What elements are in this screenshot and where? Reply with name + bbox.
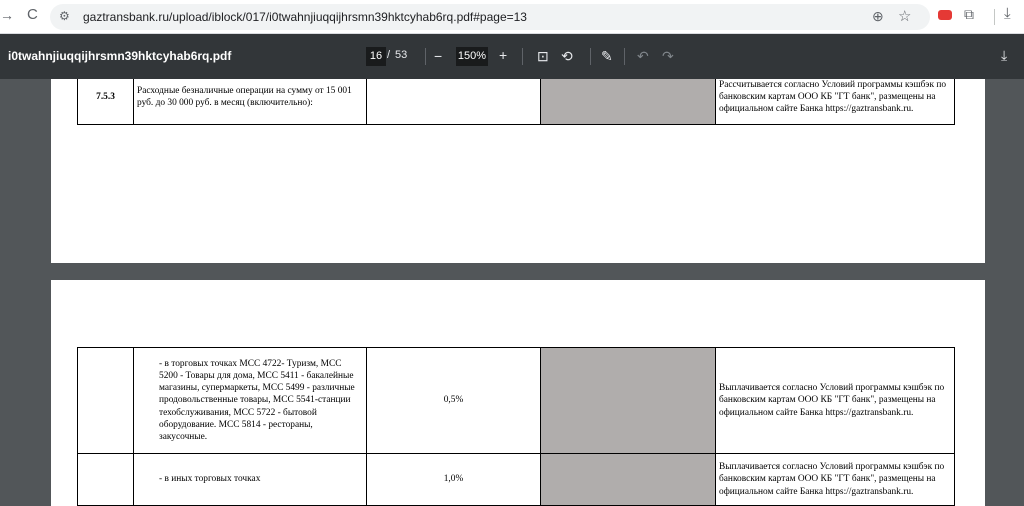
- row-number: 7.5.3: [77, 79, 134, 125]
- page-separator: /: [387, 49, 391, 61]
- download-icon[interactable]: ⤓: [1004, 5, 1011, 22]
- row-shaded-cell: [540, 453, 716, 506]
- extensions-icon[interactable]: ⧉: [964, 6, 974, 23]
- pdf-page: - в торговых точках МСС 4722- Туризм, МС…: [51, 280, 985, 506]
- url-text[interactable]: gaztransbank.ru/upload/iblock/017/i0twah…: [83, 10, 527, 24]
- row-number: [77, 453, 134, 506]
- row-number: [77, 347, 134, 454]
- table-row: 7.5.3 Расходные безналичные операции на …: [77, 79, 955, 125]
- browser-address-bar: → C ⚙ gaztransbank.ru/upload/iblock/017/…: [0, 0, 1024, 34]
- row-rate: [366, 79, 541, 125]
- zoom-in-button[interactable]: +: [499, 48, 507, 62]
- doc-table: 7.5.3 Расходные безналичные операции на …: [77, 79, 955, 125]
- page-total: 53: [395, 49, 408, 61]
- table-row: - в торговых точках МСС 4722- Туризм, МС…: [77, 347, 955, 454]
- pdf-filename: i0twahnjiuqqijhrsmn39hktcyhab6rq.pdf: [8, 49, 232, 63]
- pdf-toolbar: i0twahnjiuqqijhrsmn39hktcyhab6rq.pdf 16 …: [0, 34, 1024, 79]
- zoom-level-input[interactable]: 150%: [456, 47, 488, 66]
- redo-icon[interactable]: ↷: [662, 49, 674, 63]
- fit-page-icon[interactable]: ⊡: [537, 49, 549, 63]
- toolbar-divider: [425, 48, 426, 65]
- page-number-input[interactable]: 16: [366, 47, 386, 66]
- zoom-icon[interactable]: ⊕: [872, 8, 884, 25]
- row-description: - в торговых точках МСС 4722- Туризм, МС…: [133, 347, 367, 454]
- toolbar-divider: [522, 48, 523, 65]
- row-shaded-cell: [540, 347, 716, 454]
- annotate-icon[interactable]: ✎: [601, 49, 613, 63]
- rotate-icon[interactable]: ⟲: [561, 49, 573, 63]
- toolbar-divider: [624, 48, 625, 65]
- youtube-extension-icon[interactable]: [938, 10, 952, 20]
- forward-icon[interactable]: →: [0, 7, 14, 23]
- pdf-page: 7.5.3 Расходные безналичные операции на …: [51, 79, 985, 263]
- row-note: Выплачивается согласно Условий программы…: [715, 453, 955, 506]
- toolbar-divider: [590, 48, 591, 65]
- doc-table: - в торговых точках МСС 4722- Туризм, МС…: [77, 347, 955, 506]
- bookmark-star-icon[interactable]: ☆: [898, 7, 911, 25]
- site-info-icon[interactable]: ⚙: [59, 9, 70, 23]
- row-rate: 0,5%: [366, 347, 541, 454]
- pdf-viewer[interactable]: 7.5.3 Расходные безналичные операции на …: [0, 79, 1024, 506]
- omnibox[interactable]: ⚙ gaztransbank.ru/upload/iblock/017/i0tw…: [50, 4, 930, 30]
- row-description: - в иных торговых точках: [133, 453, 367, 506]
- pdf-download-icon[interactable]: ⤓: [1001, 48, 1007, 62]
- row-rate: 1,0%: [366, 453, 541, 506]
- row-note: Выплачивается согласно Условий программы…: [715, 347, 955, 454]
- table-row: - в иных торговых точках 1,0% Выплачивае…: [77, 453, 955, 506]
- toolbar-divider: [994, 9, 995, 25]
- reload-icon[interactable]: C: [27, 6, 38, 23]
- zoom-out-button[interactable]: −: [434, 49, 442, 63]
- row-shaded-cell: [540, 79, 716, 125]
- row-description: Расходные безналичные операции на сумму …: [133, 79, 367, 125]
- undo-icon[interactable]: ↶: [637, 49, 649, 63]
- row-note: Рассчитывается согласно Условий программ…: [715, 79, 955, 125]
